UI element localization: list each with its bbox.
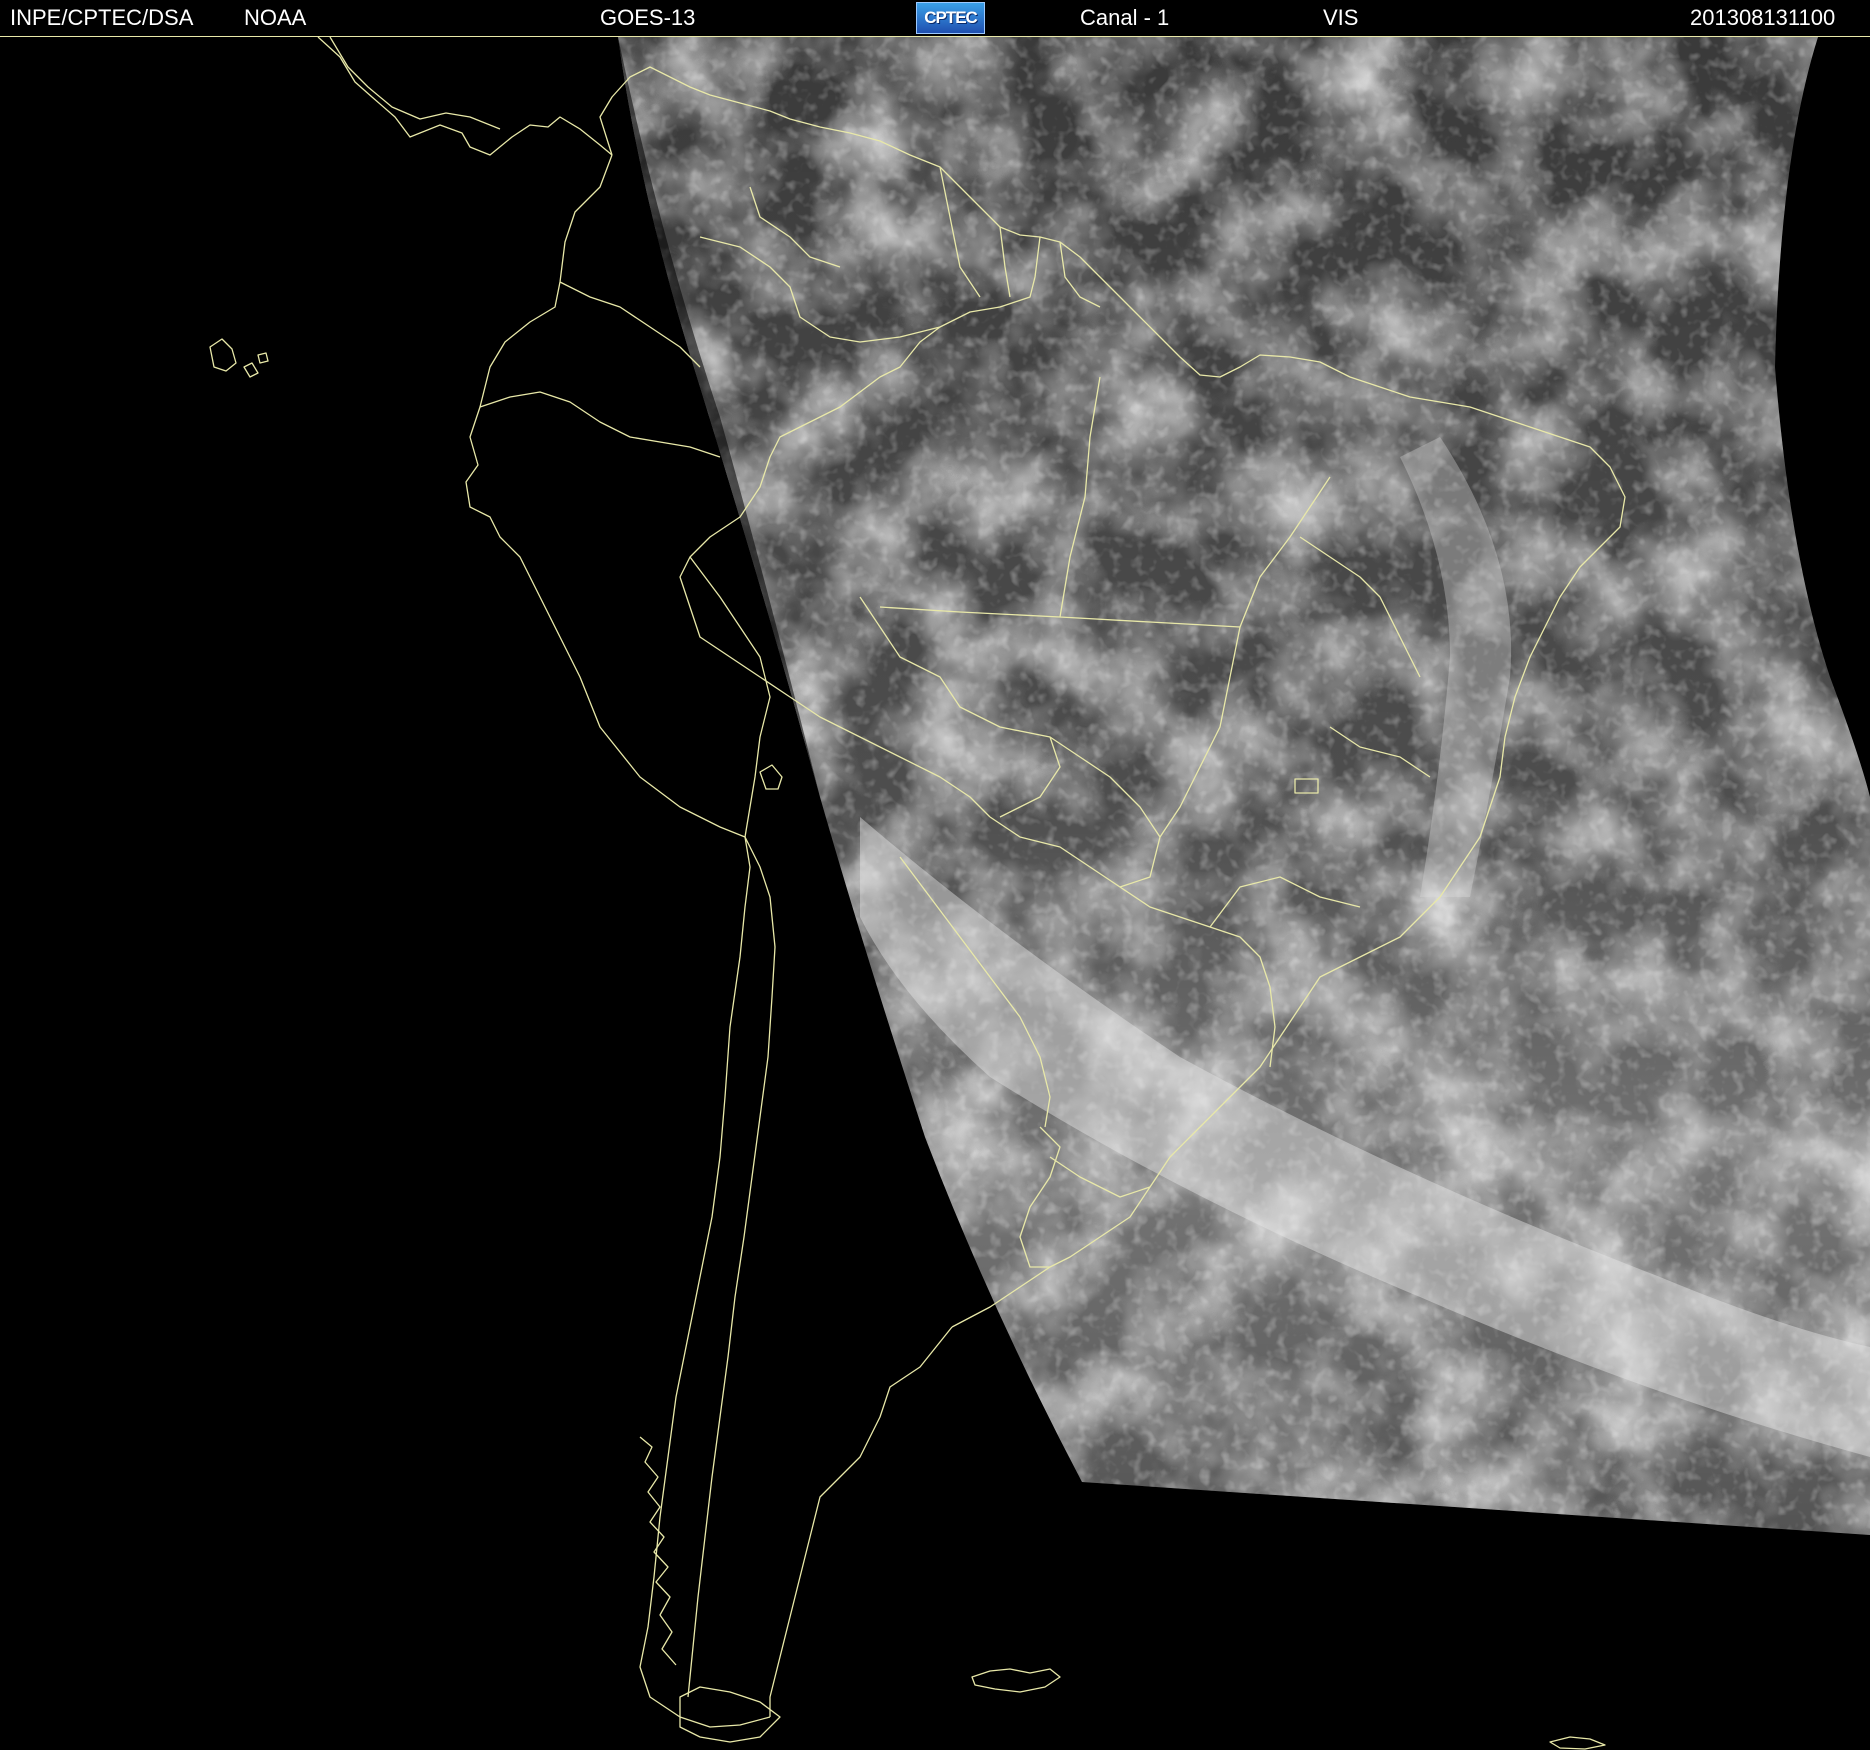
satellite-image [0,37,1870,1750]
logo-text: CPTEC [924,8,978,27]
band-label: VIS [1323,5,1359,30]
channel-label: Canal - 1 [1080,5,1170,30]
agency-label: INPE/CPTEC/DSA [10,5,194,30]
cptec-logo-icon: CPTEC [916,2,985,34]
source-label: NOAA [244,5,307,30]
satellite-map [0,37,1870,1750]
image-header-bar: INPE/CPTEC/DSA NOAA GOES-13 CPTEC Canal … [0,0,1870,37]
satellite-label: GOES-13 [600,5,696,30]
timestamp-label: 201308131100 [1690,5,1836,30]
